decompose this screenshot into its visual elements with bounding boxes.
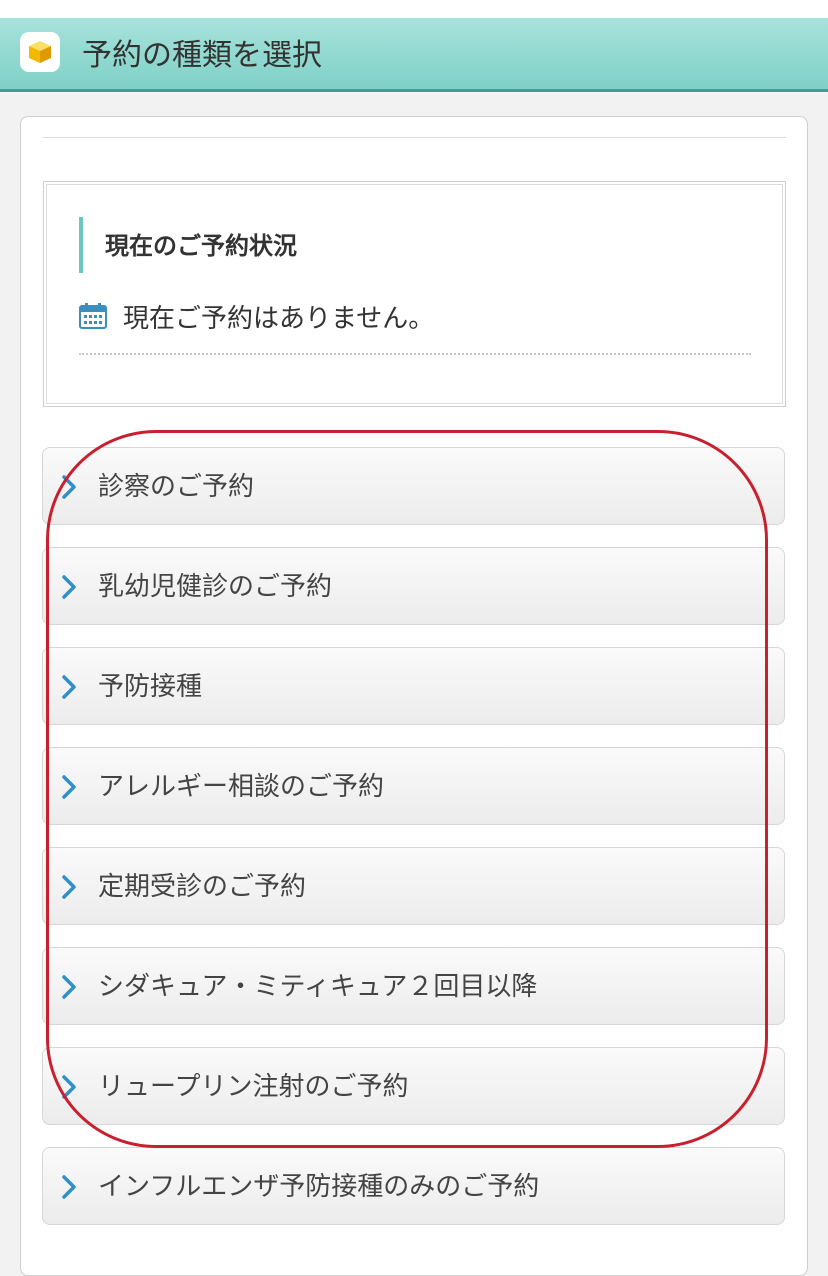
menu-item-examination[interactable]: 診察のご予約 <box>42 447 785 525</box>
menu-item-flu-vaccine[interactable]: インフルエンザ予防接種のみのご予約 <box>42 1147 785 1225</box>
status-bar-area <box>0 0 828 18</box>
heading-accent-bar <box>79 217 83 273</box>
reservation-status-box: 現在のご予約状況 現在ご予約はありません。 <box>43 181 786 407</box>
page-title: 予約の種類を選択 <box>82 38 322 73</box>
menu-item-infant-checkup[interactable]: 乳幼児健診のご予約 <box>42 547 785 625</box>
menu-item-label: 定期受診のご予約 <box>98 872 307 902</box>
menu-item-allergy-consult[interactable]: アレルギー相談のご予約 <box>42 747 785 825</box>
chevron-right-icon <box>62 475 76 499</box>
divider <box>43 137 786 138</box>
menu-item-leuprorelin-injection[interactable]: リュープリン注射のご予約 <box>42 1047 785 1125</box>
calendar-icon <box>79 303 107 329</box>
status-heading: 現在のご予約状況 <box>105 232 297 260</box>
menu-item-label: 予防接種 <box>98 672 203 702</box>
app-header: 予約の種類を選択 <box>0 18 828 92</box>
yellow-cube-icon <box>20 32 60 72</box>
menu-item-label: シダキュア・ミティキュア２回目以降 <box>98 972 538 1002</box>
chevron-right-icon <box>62 975 76 999</box>
chevron-right-icon <box>62 875 76 899</box>
chevron-right-icon <box>62 1175 76 1199</box>
status-message: 現在ご予約はありません。 <box>123 304 435 334</box>
menu-item-label: 乳幼児健診のご予約 <box>98 572 333 602</box>
menu-item-vaccination[interactable]: 予防接種 <box>42 647 785 725</box>
menu-item-regular-visit[interactable]: 定期受診のご予約 <box>42 847 785 925</box>
dotted-divider <box>79 353 751 355</box>
chevron-right-icon <box>62 1075 76 1099</box>
chevron-right-icon <box>62 675 76 699</box>
menu-item-label: 診察のご予約 <box>98 472 255 502</box>
menu-item-label: リュープリン注射のご予約 <box>98 1072 409 1102</box>
chevron-right-icon <box>62 775 76 799</box>
menu-item-label: アレルギー相談のご予約 <box>98 772 385 802</box>
chevron-right-icon <box>62 575 76 599</box>
menu-item-immunotherapy[interactable]: シダキュア・ミティキュア２回目以降 <box>42 947 785 1025</box>
menu-item-label: インフルエンザ予防接種のみのご予約 <box>98 1172 540 1202</box>
